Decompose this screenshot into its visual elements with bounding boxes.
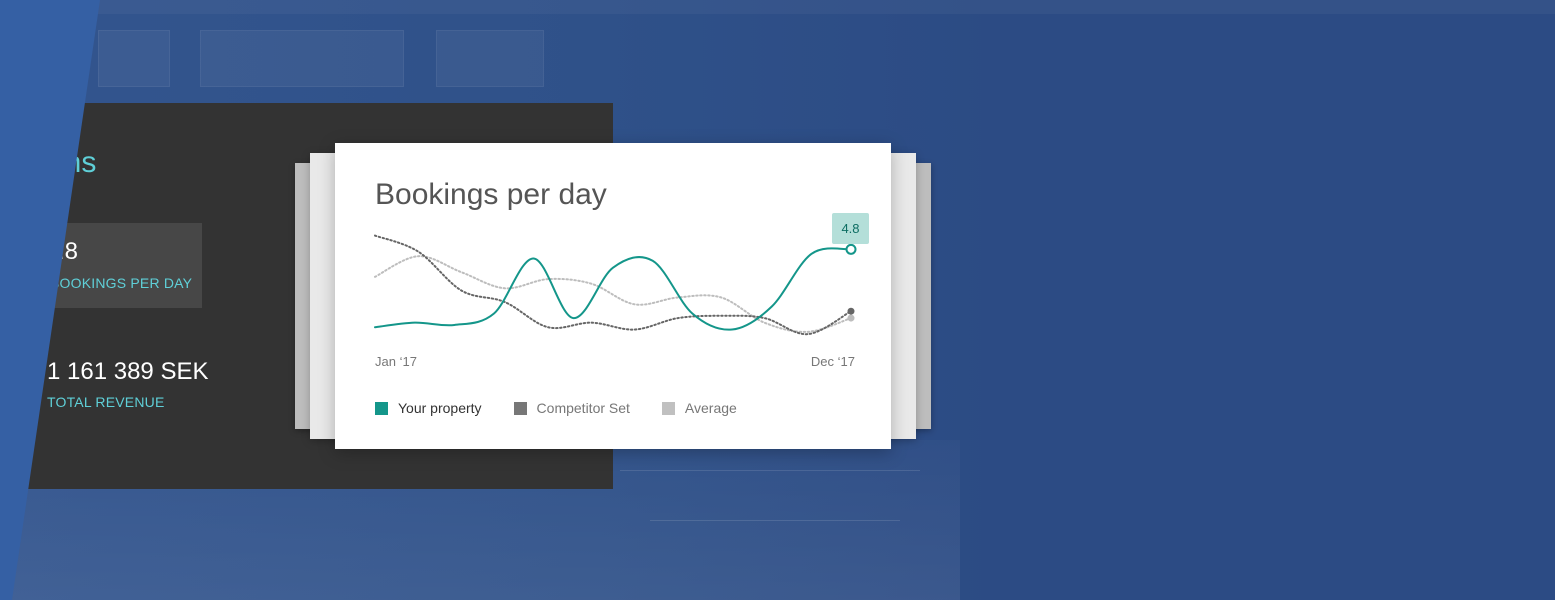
legend-label: Your property — [398, 400, 482, 416]
legend-item-competitor-set[interactable]: Competitor Set — [513, 400, 630, 416]
series-endpoint-average — [847, 314, 855, 322]
background-window — [98, 30, 170, 87]
series-line-your-property — [374, 247, 852, 331]
legend-item-your-property[interactable]: Your property — [375, 400, 482, 416]
legend-item-average[interactable]: Average — [661, 400, 737, 416]
series-endpoint-competitor-set — [847, 307, 855, 315]
bookings-stat-label: BOOKINGS PER DAY — [50, 275, 193, 291]
series-line-competitor-set — [374, 234, 852, 336]
legend-label: Competitor Set — [536, 400, 630, 416]
bookings-chart-card: Bookings per day Jan ‘17 Dec ‘17 4.8 You… — [335, 143, 891, 449]
background-window — [200, 30, 404, 87]
chart-legend: Your property Competitor Set Average — [375, 400, 769, 416]
revenue-stat-value: 1 161 389 SEK — [47, 358, 209, 385]
legend-label: Average — [684, 400, 737, 416]
legend-swatch — [513, 401, 527, 415]
background-rail — [650, 520, 900, 521]
background-rail — [620, 470, 920, 471]
x-tick-start: Jan ‘17 — [375, 354, 417, 369]
series-endpoint-your-property — [845, 243, 857, 255]
revenue-stat-label: TOTAL REVENUE — [47, 394, 165, 410]
legend-swatch — [661, 401, 675, 415]
background-window — [436, 30, 544, 87]
background-ceiling — [0, 0, 1555, 14]
x-tick-end: Dec ‘17 — [811, 354, 855, 369]
latest-value-callout: 4.8 — [832, 213, 869, 244]
legend-swatch — [375, 401, 388, 415]
